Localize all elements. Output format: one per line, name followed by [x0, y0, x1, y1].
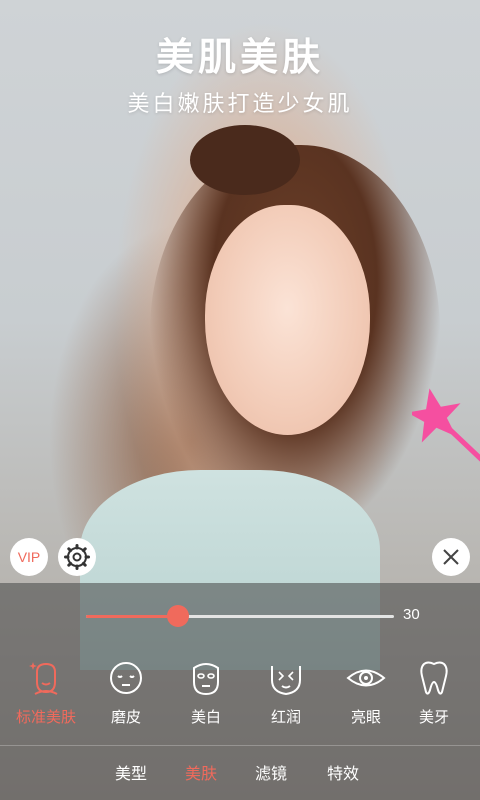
tab-shape[interactable]: 美型: [115, 760, 147, 784]
beauty-tools: 标准美肤 磨皮 美白 红润 亮眼 美牙: [0, 658, 480, 738]
rosy-face-icon: [271, 666, 301, 696]
settings-button[interactable]: [58, 538, 96, 576]
tab-effects[interactable]: 特效: [327, 760, 359, 784]
close-button[interactable]: [432, 538, 470, 576]
tool-label: 标准美肤: [15, 708, 76, 726]
magic-wand-star-icon: [412, 388, 480, 462]
gear-icon: [64, 544, 90, 570]
tool-whitening[interactable]: 美白: [166, 658, 246, 727]
category-tabs: 美型 美肤 滤镜 特效: [0, 760, 480, 790]
tab-filters[interactable]: 滤镜: [255, 760, 287, 784]
slider-value: 30: [403, 606, 420, 623]
vip-button[interactable]: VIP: [10, 538, 48, 576]
photo-hair-bun: [190, 125, 300, 195]
tool-standard-beauty[interactable]: 标准美肤: [6, 658, 86, 727]
intensity-slider[interactable]: [86, 605, 394, 627]
hero-title: 美肌美肤: [155, 35, 324, 79]
tool-label: 美白: [190, 708, 221, 726]
slider-fill: [86, 615, 179, 618]
whitening-mask-icon: [193, 663, 219, 696]
close-icon: [443, 549, 459, 565]
tooth-icon: [420, 661, 448, 695]
photo-face: [205, 205, 370, 435]
tool-label: 磨皮: [110, 708, 141, 726]
tab-skin[interactable]: 美肤: [185, 760, 217, 784]
tool-teeth[interactable]: 美牙: [394, 658, 474, 727]
tool-smooth[interactable]: 磨皮: [86, 658, 166, 727]
tool-label: 红润: [270, 708, 301, 726]
vip-label: VIP: [17, 549, 41, 565]
hero-subtitle: 美白嫩肤打造少女肌: [127, 92, 353, 117]
tool-rosy[interactable]: 红润: [246, 658, 326, 727]
tool-label: 亮眼: [350, 708, 381, 726]
face-sparkle-icon: [29, 662, 58, 695]
smooth-face-icon: [110, 662, 142, 694]
tool-label: 美牙: [418, 708, 449, 726]
eye-icon: [346, 669, 386, 687]
panel-divider: [0, 745, 480, 746]
